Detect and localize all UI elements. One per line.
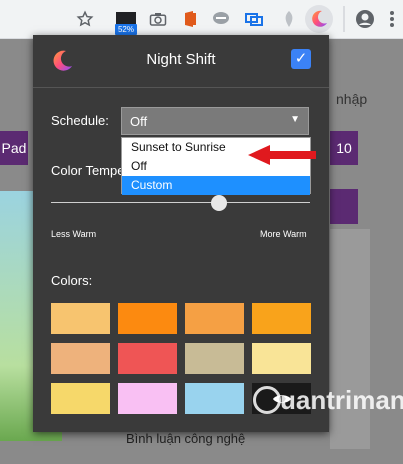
divider xyxy=(343,6,345,32)
watermark-text: uantrimang xyxy=(280,385,403,415)
schedule-value: Off xyxy=(130,114,148,129)
color-swatch[interactable] xyxy=(51,343,110,374)
colors-label: Colors: xyxy=(51,273,93,288)
watermark-logo-icon xyxy=(253,386,281,414)
enable-checkbox[interactable]: ✓ xyxy=(291,49,311,69)
screen-icon[interactable] xyxy=(243,8,265,30)
star-icon[interactable] xyxy=(74,8,96,30)
more-warm-label: More Warm xyxy=(260,229,307,239)
night-shift-popup: Night Shift ✓ Schedule: Off ▼ Color Temp… xyxy=(33,35,329,432)
color-swatch[interactable] xyxy=(51,303,110,334)
night-shift-icon[interactable] xyxy=(305,5,333,33)
less-warm-label: Less Warm xyxy=(51,229,97,239)
badge-percent: 52% xyxy=(115,24,137,35)
bg-bottom-text[interactable]: Bình luận công nghệ xyxy=(126,431,245,446)
color-temperature-slider[interactable] xyxy=(51,202,310,203)
bg-button-right[interactable]: 10 xyxy=(330,131,358,165)
color-swatch[interactable] xyxy=(252,303,311,334)
chat-icon[interactable] xyxy=(210,8,232,30)
color-swatch[interactable] xyxy=(252,343,311,374)
color-swatch[interactable] xyxy=(118,343,177,374)
leaf-icon[interactable] xyxy=(278,8,300,30)
red-arrow-icon xyxy=(248,145,316,165)
popup-header: Night Shift ✓ xyxy=(33,35,329,88)
popup-title: Night Shift xyxy=(146,51,216,68)
color-temperature-label: Color Tempe xyxy=(51,163,125,178)
schedule-label: Schedule: xyxy=(51,113,109,128)
color-swatch[interactable] xyxy=(118,303,177,334)
office-icon[interactable] xyxy=(179,8,201,30)
color-swatch[interactable] xyxy=(185,303,244,334)
bg-block-right xyxy=(330,189,358,224)
profile-icon[interactable] xyxy=(354,8,376,30)
color-swatch[interactable] xyxy=(51,383,110,414)
bg-panel-right xyxy=(330,229,370,449)
bg-button-left[interactable]: Pad xyxy=(0,131,28,165)
dropdown-arrow-icon: ▼ xyxy=(290,114,300,125)
color-swatch[interactable] xyxy=(185,383,244,414)
color-swatch[interactable] xyxy=(118,383,177,414)
slider-thumb[interactable] xyxy=(211,195,228,211)
schedule-select[interactable]: Off ▼ xyxy=(121,107,309,135)
option-custom[interactable]: Custom xyxy=(122,176,310,195)
bg-text: nhập xyxy=(336,91,368,107)
menu-icon[interactable] xyxy=(381,8,403,30)
browser-toolbar: 52% xyxy=(0,0,403,39)
color-swatch[interactable] xyxy=(185,343,244,374)
camera-icon[interactable] xyxy=(147,8,169,30)
